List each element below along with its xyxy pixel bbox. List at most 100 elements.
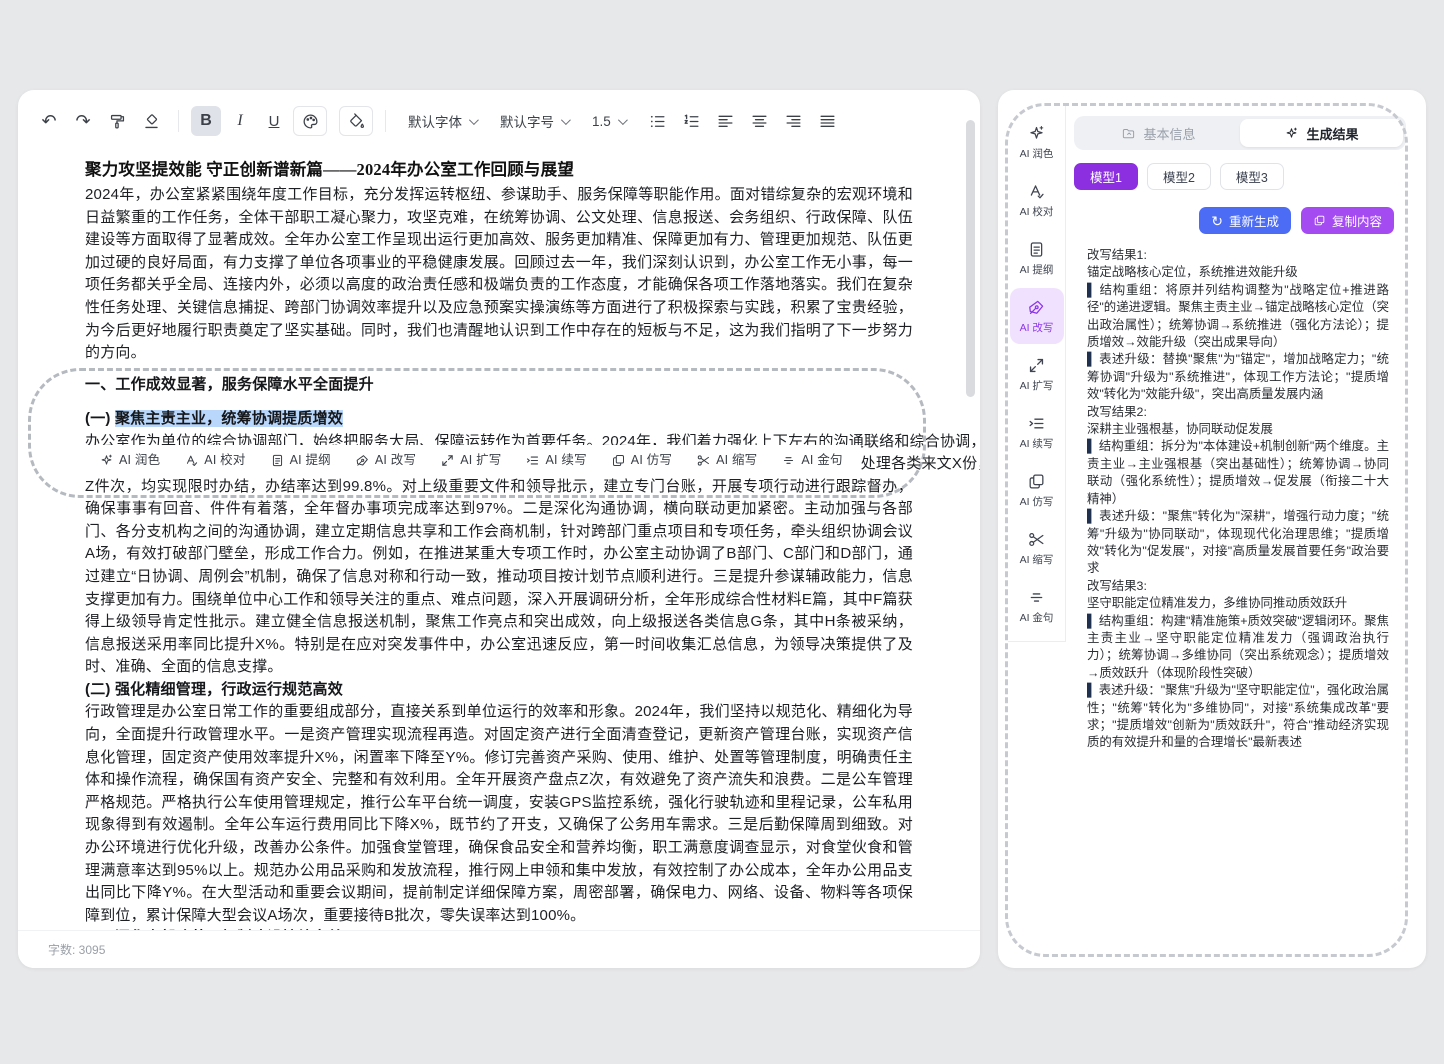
result-1-section-1: ▌结构重组：将原并列结构调整为"战略定位+推进路径"的递进逻辑。聚焦主责主业→锚… bbox=[1087, 282, 1389, 352]
subsection-heading-1: (一) 聚焦主责主业，统筹协调提质增效 bbox=[85, 408, 913, 431]
chevron-down-icon bbox=[618, 115, 628, 125]
result-2-section-2: ▌表述升级："聚焦"转化为"深耕"，增强行动力度；"统筹"升级为"协同联动"，体… bbox=[1087, 508, 1389, 578]
result-2-section-1: ▌结构重组：拆分为"本体建设+机制创新"两个维度。主责主业→主业强根基（突出基础… bbox=[1087, 438, 1389, 508]
palette-icon bbox=[301, 112, 320, 131]
format-painter-button[interactable] bbox=[102, 106, 132, 136]
section-marker: ▌ bbox=[1087, 509, 1096, 523]
numbered-list-button[interactable] bbox=[677, 106, 707, 136]
rail-ai-quote[interactable]: AI 金句 bbox=[1010, 578, 1064, 634]
selected-text-highlight: 聚焦主责主业，统筹协调提质增效 bbox=[115, 410, 343, 427]
rail-ai-polish[interactable]: AI 润色 bbox=[1010, 114, 1064, 170]
align-left-icon bbox=[716, 112, 735, 131]
pen-nib-icon bbox=[355, 453, 370, 468]
font-family-dropdown[interactable]: 默认字体 bbox=[398, 106, 486, 136]
ai-panel-main: 基本信息 生成结果 模型1 模型2 模型3 ↻重新生成 复制内容 改写结果1: … bbox=[1074, 116, 1408, 954]
tab-basic-info[interactable]: 基本信息 bbox=[1077, 119, 1240, 147]
rail-ai-rewrite[interactable]: AI 改写 bbox=[1010, 288, 1064, 344]
refresh-icon: ↻ bbox=[1211, 214, 1223, 228]
ai-floating-toolbar: AI 润色 AI 校对 AI 提纲 AI 改写 AI 扩写 AI 续写 AI 仿… bbox=[85, 445, 861, 476]
scissors-icon bbox=[696, 453, 711, 468]
paragraph-s1-rest: Z件次，均实现限时办结，办结率达到99.8%。对上级重要文件和领导批示，建立专门… bbox=[85, 476, 913, 679]
pen-nib-icon bbox=[1027, 298, 1046, 317]
document-scrollbar[interactable] bbox=[966, 120, 975, 397]
ai-polish-button[interactable]: AI 润色 bbox=[87, 449, 172, 472]
rail-ai-imitate[interactable]: AI 仿写 bbox=[1010, 462, 1064, 518]
ai-rewrite-button[interactable]: AI 改写 bbox=[343, 449, 428, 472]
copy-icon bbox=[611, 453, 626, 468]
undo-button[interactable]: ↶ bbox=[34, 106, 64, 136]
bullet-list-button[interactable] bbox=[643, 106, 673, 136]
redo-button[interactable]: ↷ bbox=[68, 106, 98, 136]
model-2-chip[interactable]: 模型2 bbox=[1147, 163, 1211, 190]
result-actions: ↻重新生成 复制内容 bbox=[1074, 207, 1408, 234]
ai-tool-rail: AI 润色 AI 校对 AI 提纲 AI 改写 AI 扩写 AI 续写 AI 仿… bbox=[1008, 106, 1066, 642]
document-area[interactable]: 聚力攻坚提效能 守正创新谱新篇——2024年办公室工作回顾与展望 2024年，办… bbox=[18, 144, 980, 930]
lines-icon bbox=[1027, 588, 1046, 607]
align-center-button[interactable] bbox=[745, 106, 775, 136]
result-3-headline: 坚守职能定位精准发力，多维协同推动质效跃升 bbox=[1087, 595, 1389, 612]
result-3-title: 改写结果3: bbox=[1087, 578, 1389, 595]
model-3-chip[interactable]: 模型3 bbox=[1220, 163, 1284, 190]
expand-arrows-icon bbox=[1027, 356, 1046, 375]
toolbar-divider bbox=[385, 110, 386, 132]
rail-ai-expand[interactable]: AI 扩写 bbox=[1010, 346, 1064, 402]
paint-bucket-icon bbox=[347, 112, 366, 131]
rail-ai-outline[interactable]: AI 提纲 bbox=[1010, 230, 1064, 286]
regenerate-button[interactable]: ↻重新生成 bbox=[1199, 207, 1291, 234]
expand-arrows-icon bbox=[440, 453, 455, 468]
align-left-button[interactable] bbox=[711, 106, 741, 136]
bold-button[interactable]: B bbox=[191, 106, 221, 136]
ai-shorten-button[interactable]: AI 缩写 bbox=[684, 449, 769, 472]
italic-button[interactable]: I bbox=[225, 106, 255, 136]
align-right-button[interactable] bbox=[779, 106, 809, 136]
continue-list-icon bbox=[525, 453, 540, 468]
tab-generated-result[interactable]: 生成结果 bbox=[1240, 119, 1403, 147]
status-bar: 字数: 3095 bbox=[18, 930, 980, 968]
ai-expand-button[interactable]: AI 扩写 bbox=[428, 449, 513, 472]
screen: ↶ ↷ B I U 默认字体 默认字号 1.5 聚力攻坚提效能 守正创新谱新篇—… bbox=[0, 0, 1444, 1064]
subsection-1-prefix: (一) bbox=[85, 410, 115, 427]
line-spacing-value: 1.5 bbox=[592, 114, 611, 129]
ai-imitate-button[interactable]: AI 仿写 bbox=[599, 449, 684, 472]
ai-outline-button[interactable]: AI 提纲 bbox=[258, 449, 343, 472]
rail-ai-continue[interactable]: AI 续写 bbox=[1010, 404, 1064, 460]
section-marker: ▌ bbox=[1087, 352, 1096, 366]
document-title: 聚力攻坚提效能 守正创新谱新篇——2024年办公室工作回顾与展望 bbox=[85, 158, 913, 182]
folder-icon bbox=[1121, 126, 1136, 141]
copy-content-button[interactable]: 复制内容 bbox=[1301, 207, 1394, 234]
model-selector: 模型1 模型2 模型3 bbox=[1074, 163, 1408, 190]
highlight-color-button[interactable] bbox=[339, 106, 373, 136]
font-size-dropdown[interactable]: 默认字号 bbox=[490, 106, 578, 136]
section-marker: ▌ bbox=[1087, 283, 1096, 297]
underline-button[interactable]: U bbox=[259, 106, 289, 136]
rail-ai-proofread[interactable]: AI 校对 bbox=[1010, 172, 1064, 228]
word-count: 字数: 3095 bbox=[48, 941, 105, 958]
ai-panel: AI 润色 AI 校对 AI 提纲 AI 改写 AI 扩写 AI 续写 AI 仿… bbox=[998, 90, 1426, 968]
model-1-chip[interactable]: 模型1 bbox=[1074, 163, 1138, 190]
a-check-icon bbox=[184, 453, 199, 468]
ai-proofread-button[interactable]: AI 校对 bbox=[172, 449, 257, 472]
result-2-headline: 深耕主业强根基，协同联动促发展 bbox=[1087, 421, 1389, 438]
align-justify-button[interactable] bbox=[813, 106, 843, 136]
toolbar-divider bbox=[178, 110, 179, 132]
rewrite-results: 改写结果1: 锚定战略核心定位，系统推进效能升级 ▌结构重组：将原并列结构调整为… bbox=[1087, 247, 1389, 752]
ai-continue-button[interactable]: AI 续写 bbox=[513, 449, 598, 472]
clear-format-button[interactable] bbox=[136, 106, 166, 136]
align-center-icon bbox=[750, 112, 769, 131]
font-color-button[interactable] bbox=[293, 106, 327, 136]
eraser-icon bbox=[142, 112, 161, 131]
rail-ai-shorten[interactable]: AI 缩写 bbox=[1010, 520, 1064, 576]
line-spacing-dropdown[interactable]: 1.5 bbox=[582, 106, 635, 136]
chevron-down-icon bbox=[561, 115, 571, 125]
section-heading-1: 一、工作成效显著，服务保障水平全面提升 bbox=[85, 374, 913, 397]
paragraph-intro: 2024年，办公室紧紧围绕年度工作目标，充分发挥运转枢纽、参谋助手、服务保障等职… bbox=[85, 184, 913, 365]
paragraph-s2: 行政管理是办公室日常工作的重要组成部分，直接关系到单位运行的效率和形象。2024… bbox=[85, 701, 913, 927]
font-size-value: 默认字号 bbox=[500, 111, 554, 131]
sparkle-icon bbox=[99, 453, 114, 468]
ai-quote-button[interactable]: AI 金句 bbox=[769, 449, 854, 472]
section-marker: ▌ bbox=[1087, 439, 1096, 453]
lines-icon bbox=[781, 453, 796, 468]
result-1-headline: 锚定战略核心定位，系统推进效能升级 bbox=[1087, 264, 1389, 281]
undo-icon: ↶ bbox=[41, 112, 56, 130]
format-painter-icon bbox=[108, 112, 127, 131]
